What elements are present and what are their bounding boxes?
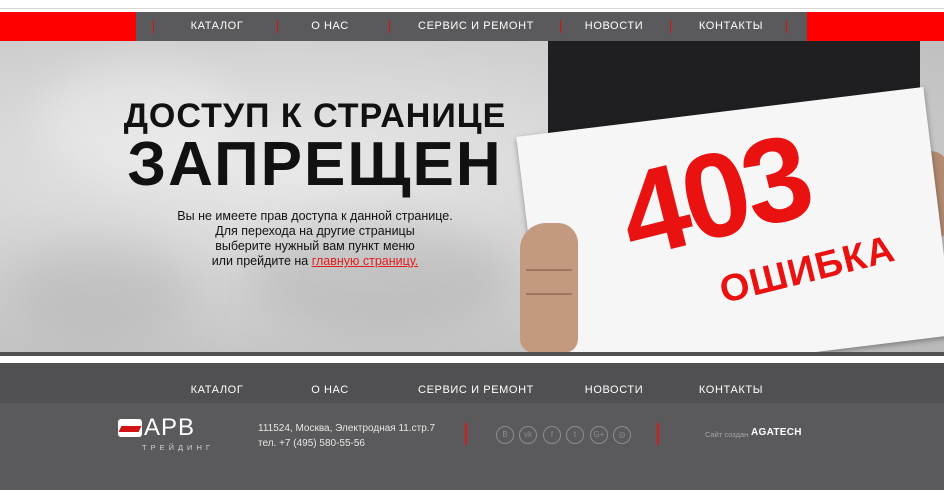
nav-item-catalog[interactable]: КАТАЛОГ [172, 12, 262, 41]
error-hero: ДОСТУП К СТРАНИЦЕ ЗАПРЕЩЕН Вы не имеете … [0, 41, 944, 352]
footer-phone: тел. +7 (495) 580-55-56 [258, 438, 365, 449]
footer-address: 111524, Москва, Электродная 11.стр.7 [258, 423, 436, 434]
top-divider [0, 8, 944, 9]
error-message-line: Вы не имеете прав доступа к данной стран… [177, 209, 453, 223]
logo-text: АРВ [144, 414, 196, 441]
footer-nav-item-service[interactable]: СЕРВИС И РЕМОНТ [416, 363, 536, 403]
nav-separator [670, 20, 671, 33]
facebook-icon[interactable]: f [543, 426, 561, 444]
vkontakte-b-icon[interactable]: B [496, 426, 514, 444]
error-message-line: выберите нужный вам пункт меню [215, 239, 415, 253]
nav-item-news[interactable]: НОВОСТИ [574, 12, 654, 41]
vk-icon[interactable]: vk [519, 426, 537, 444]
logo-mark-icon [118, 419, 142, 437]
nav-separator [153, 20, 154, 33]
footer-nav-item-contacts[interactable]: КОНТАКТЫ [690, 363, 772, 403]
accent-bar-left [0, 12, 136, 41]
nav-separator [389, 20, 390, 33]
top-navigation: КАТАЛОГ О НАС СЕРВИС И РЕМОНТ НОВОСТИ КО… [0, 12, 944, 41]
footer-nav-item-catalog[interactable]: КАТАЛОГ [172, 363, 262, 403]
footer-navigation: КАТАЛОГ О НАС СЕРВИС И РЕМОНТ НОВОСТИ КО… [0, 363, 944, 403]
footer-nav-item-about[interactable]: О НАС [290, 363, 370, 403]
nav-item-contacts[interactable]: КОНТАКТЫ [690, 12, 772, 41]
twitter-icon[interactable]: t [566, 426, 584, 444]
error-message-last-line: или прейдите на главную страницу. [150, 254, 480, 269]
nav-item-about[interactable]: О НАС [290, 12, 370, 41]
accent-bar-right [807, 12, 944, 41]
google-plus-icon[interactable]: G+ [590, 426, 608, 444]
agency-logo[interactable]: AGATECH [751, 427, 802, 438]
error-message-prefix: или прейдите на [211, 254, 312, 268]
footer-nav-item-news[interactable]: НОВОСТИ [574, 363, 654, 403]
made-by-label: Сайт создан [705, 430, 749, 439]
divider-band [0, 352, 944, 356]
footer-separator [657, 423, 659, 445]
instagram-icon[interactable]: ◎ [613, 426, 631, 444]
logo-subtitle: ТРЕЙДИНГ [142, 443, 214, 452]
nav-item-service[interactable]: СЕРВИС И РЕМОНТ [416, 12, 536, 41]
error-message-line: Для перехода на другие страницы [215, 224, 415, 238]
footer-separator [465, 423, 467, 445]
nav-separator [786, 20, 787, 33]
nav-separator [560, 20, 561, 33]
home-page-link[interactable]: главную страницу. [312, 254, 419, 268]
thumb-hand [520, 223, 578, 352]
nav-separator [277, 20, 278, 33]
